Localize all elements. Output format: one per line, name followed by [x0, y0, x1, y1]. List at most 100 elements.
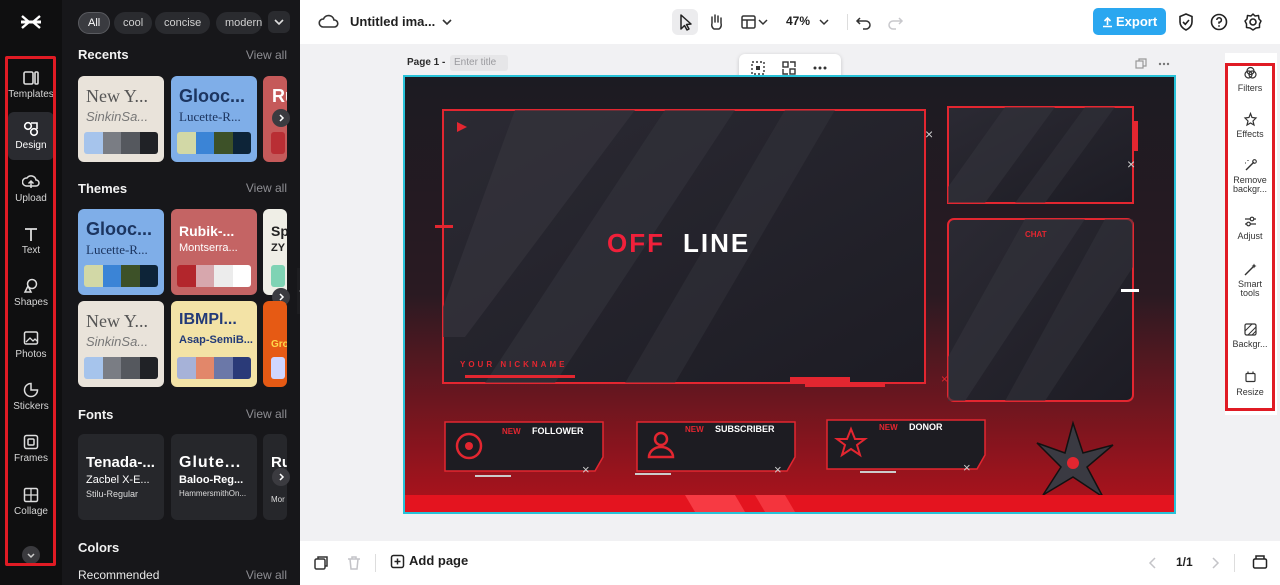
help-button[interactable] — [1206, 9, 1232, 35]
colors-recommended-label: Recommended — [78, 568, 160, 582]
capcut-logo-icon[interactable] — [19, 10, 43, 34]
recents-view-all[interactable]: View all — [246, 48, 287, 62]
colors-view-all[interactable]: View all — [246, 568, 287, 582]
themes-view-all[interactable]: View all — [246, 181, 287, 195]
settings-button[interactable] — [1240, 9, 1266, 35]
card-subtitle: SinkinSa... — [86, 109, 149, 124]
filter-chip-modern[interactable]: modern — [216, 12, 262, 34]
right-tool-effects[interactable]: Effects — [1229, 112, 1271, 139]
card-title: Ru — [272, 86, 287, 106]
card-subtitle: Lucette-R... — [179, 109, 241, 124]
undo-icon — [855, 17, 871, 30]
offline-off-text: OFF — [607, 228, 665, 258]
right-tool-background[interactable]: Backgr... — [1229, 322, 1271, 349]
stream-overlay-design[interactable]: × OFF LINE YOUR NICKNAME × CHAT × NEW FO… — [405, 77, 1174, 512]
recents-next-button[interactable] — [272, 109, 290, 127]
card-subtitle: Gro — [271, 339, 287, 350]
colors-title: Colors — [78, 540, 120, 555]
right-tool-remove-background[interactable]: Remove backgr... — [1229, 158, 1271, 194]
palette-swatches — [177, 357, 251, 379]
palette-swatches — [271, 132, 285, 154]
add-page-icon[interactable] — [389, 553, 407, 571]
duplicate-page-icon[interactable] — [1134, 57, 1148, 71]
theme-card-3[interactable]: Sp ZY — [263, 209, 287, 295]
right-tool-adjust[interactable]: Adjust — [1229, 214, 1271, 241]
svg-text:NEW: NEW — [685, 425, 704, 434]
zoom-dropdown-icon[interactable] — [816, 9, 832, 35]
font-body: Stilu-Regular — [86, 489, 139, 499]
right-tool-label: Filters — [1237, 83, 1263, 93]
next-page-icon[interactable] — [1206, 554, 1224, 572]
title-dropdown-icon[interactable] — [434, 9, 460, 35]
theme-card-5[interactable]: IBMPl... Asap-SemiB... — [171, 301, 257, 387]
font-body: Mor — [271, 495, 285, 504]
theme-card-4[interactable]: New Y... SinkinSa... — [78, 301, 164, 387]
filter-chip-cool[interactable]: cool — [114, 12, 153, 34]
export-button[interactable]: Export — [1093, 8, 1166, 35]
redo-button[interactable] — [882, 9, 908, 35]
font-card-1[interactable]: Tenada-... Zacbel X-E... Stilu-Regular — [78, 434, 164, 520]
alert-follower: NEW FOLLOWER × — [444, 421, 604, 477]
duplicate-icon[interactable] — [312, 554, 330, 572]
canvas-page-frame[interactable]: × OFF LINE YOUR NICKNAME × CHAT × NEW FO… — [403, 75, 1176, 514]
card-subtitle: ZY — [271, 242, 286, 254]
upload-icon — [1103, 16, 1112, 28]
document-title[interactable]: Untitled ima... — [350, 14, 435, 29]
pages-panel-icon[interactable] — [1251, 553, 1269, 571]
recent-card-2[interactable]: Glooc... Lucette-R... — [171, 76, 257, 162]
filters-icon — [1243, 66, 1257, 79]
filter-chip-all[interactable]: All — [78, 12, 111, 34]
hand-tool-button[interactable] — [703, 9, 729, 35]
fonts-next-button[interactable] — [272, 468, 290, 486]
right-tool-label: Smart tools — [1237, 279, 1262, 298]
prev-page-icon[interactable] — [1144, 554, 1162, 572]
recents-title: Recents — [78, 47, 129, 62]
theme-card-1[interactable]: Glooc... Lucette-R... — [78, 209, 164, 295]
card-subtitle: Montserra... — [179, 242, 238, 254]
themes-title: Themes — [78, 181, 128, 196]
font-title: Tenada-... — [86, 454, 155, 471]
font-subtitle: Zacbel X-E... — [86, 474, 150, 486]
right-tool-smart-tools[interactable]: Smart tools — [1229, 262, 1271, 298]
palette-swatches — [271, 357, 285, 379]
add-page-button[interactable]: Add page — [409, 553, 468, 568]
canvas-workspace: Page 1 - Enter title × OFF LINE YOUR NIC… — [300, 44, 1280, 541]
remove-background-icon — [1244, 159, 1257, 171]
palette-swatches — [84, 357, 158, 379]
export-label: Export — [1116, 14, 1158, 29]
page-more-icon[interactable] — [1157, 57, 1171, 71]
palette-swatches — [84, 265, 158, 287]
right-tool-resize[interactable]: Resize — [1229, 370, 1271, 397]
svg-text:SUBSCRIBER: SUBSCRIBER — [715, 424, 775, 434]
page-label: Page 1 - — [407, 57, 446, 68]
trash-icon[interactable] — [345, 554, 363, 572]
theme-card-2[interactable]: Rubik-... Montserra... — [171, 209, 257, 295]
top-toolbar: Untitled ima... 47% Export — [300, 0, 1280, 44]
close-mark: × — [925, 126, 933, 142]
theme-card-6[interactable]: Gro — [263, 301, 287, 387]
right-tool-filters[interactable]: Filters — [1229, 66, 1271, 93]
layout-dropdown-icon[interactable] — [756, 9, 770, 35]
font-card-2[interactable]: Glute... Baloo-Reg... HammersmithOn... — [171, 434, 257, 520]
card-title: IBMPl... — [179, 311, 237, 328]
fonts-view-all[interactable]: View all — [246, 407, 287, 421]
undo-button[interactable] — [851, 9, 877, 35]
filter-chip-concise[interactable]: concise — [155, 12, 211, 34]
shield-button[interactable] — [1173, 9, 1199, 35]
svg-text:×: × — [963, 460, 971, 475]
select-tool-button[interactable] — [672, 9, 698, 35]
recent-card-1[interactable]: New Y... SinkinSa... — [78, 76, 164, 162]
card-title: New Y... — [86, 311, 148, 331]
filter-dropdown-button[interactable] — [268, 11, 290, 33]
svg-text:FOLLOWER: FOLLOWER — [532, 426, 584, 436]
cloud-save-icon[interactable] — [316, 9, 342, 35]
font-subtitle: Baloo-Reg... — [179, 474, 244, 486]
zoom-level[interactable]: 47% — [786, 14, 810, 28]
svg-text:DONOR: DONOR — [909, 422, 943, 432]
page-title-input[interactable]: Enter title — [450, 55, 508, 71]
card-subtitle: Asap-SemiB... — [179, 334, 253, 346]
bottom-divider — [1234, 554, 1235, 572]
background-icon — [1243, 323, 1257, 336]
card-subtitle: SinkinSa... — [86, 334, 149, 349]
right-tool-label: Resize — [1236, 387, 1264, 397]
